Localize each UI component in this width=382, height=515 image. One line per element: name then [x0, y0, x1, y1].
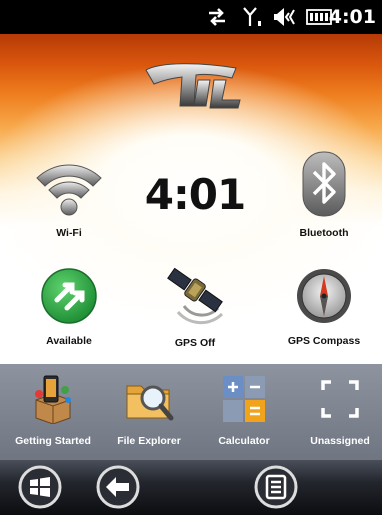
- tile-gps-off[interactable]: GPS Off: [140, 262, 250, 349]
- brand-logo-icon: [140, 60, 242, 121]
- status-time[interactable]: 4:01: [329, 6, 376, 28]
- available-status-icon: [14, 266, 124, 331]
- volume-icon[interactable]: [272, 6, 298, 33]
- compass-icon: [269, 266, 379, 331]
- tray-label: Calculator: [218, 435, 270, 447]
- windows-start-icon[interactable]: [16, 464, 64, 515]
- tray-label: File Explorer: [117, 435, 181, 447]
- file-explorer-icon: [101, 374, 197, 429]
- app-tray: Getting Started File Explorer Calculator…: [0, 364, 382, 460]
- tile-label: Bluetooth: [299, 227, 349, 239]
- bottom-bar: [0, 460, 382, 515]
- tile-gps-compass[interactable]: GPS Compass: [269, 266, 379, 347]
- tile-label: GPS Compass: [287, 335, 361, 347]
- signal-antenna-icon[interactable]: [242, 6, 266, 33]
- back-arrow-icon[interactable]: [94, 464, 142, 515]
- wifi-icon: [14, 152, 124, 223]
- tray-label: Unassigned: [310, 435, 370, 447]
- unassigned-icon: [292, 374, 382, 429]
- tray-item-file-explorer[interactable]: File Explorer: [101, 374, 197, 447]
- calculator-icon: [196, 374, 292, 429]
- tile-wifi[interactable]: Wi-Fi: [14, 152, 124, 239]
- tile-available[interactable]: Available: [14, 266, 124, 347]
- clock[interactable]: 4:01: [140, 170, 250, 219]
- bluetooth-icon: [269, 150, 379, 223]
- tile-bluetooth[interactable]: Bluetooth: [269, 150, 379, 239]
- tray-item-getting-started[interactable]: Getting Started: [5, 374, 101, 447]
- menu-icon[interactable]: [252, 464, 300, 515]
- gps-satellite-icon: [140, 262, 250, 333]
- tray-item-calculator[interactable]: Calculator: [196, 374, 292, 447]
- tile-label: GPS Off: [174, 337, 216, 349]
- tray-label: Getting Started: [15, 435, 91, 447]
- tile-label: Available: [46, 335, 92, 347]
- tile-label: Wi-Fi: [56, 227, 82, 239]
- status-bar: 4:01: [0, 0, 382, 34]
- home-panel: 4:01 Wi-Fi Bluetooth Available GPS Off G…: [0, 34, 382, 364]
- getting-started-icon: [5, 374, 101, 429]
- tray-item-unassigned[interactable]: Unassigned: [292, 374, 382, 447]
- sync-arrows-icon[interactable]: [206, 6, 228, 33]
